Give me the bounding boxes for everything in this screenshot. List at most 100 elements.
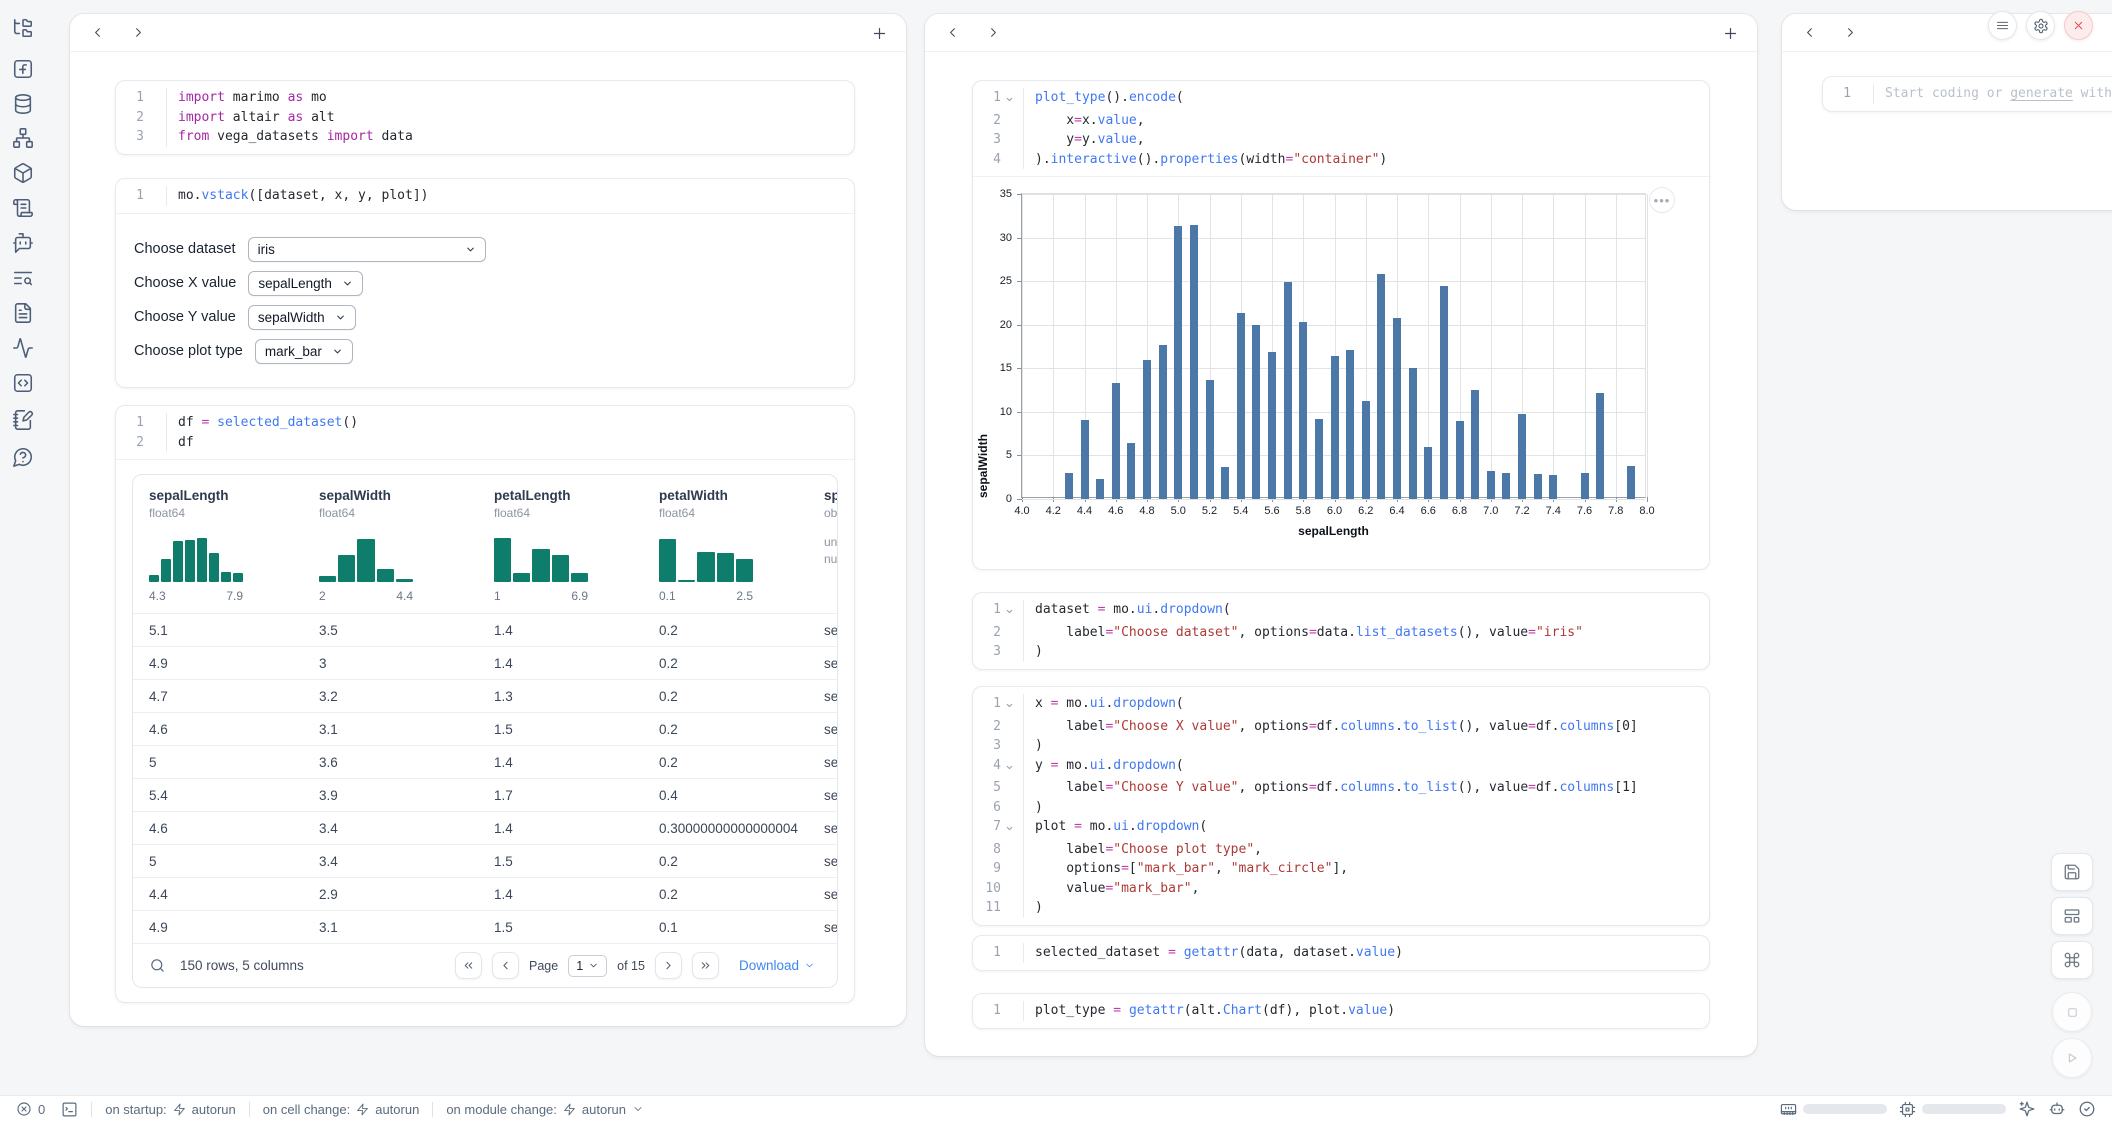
- cell-plot-type[interactable]: 1plot_type = getattr(alt.Chart(df), plot…: [972, 993, 1710, 1029]
- code-line[interactable]: 4).interactive().properties(width="conta…: [973, 150, 1709, 170]
- cell-selected-dataset[interactable]: 1selected_dataset = getattr(data, datase…: [972, 935, 1710, 971]
- cell-imports[interactable]: 1import marimo as mo2import altair as al…: [115, 80, 855, 155]
- search-icon[interactable]: [149, 957, 166, 974]
- chart-bar[interactable]: [1284, 282, 1292, 499]
- chart-bar[interactable]: [1456, 421, 1464, 499]
- code-line[interactable]: 1plot_type().encode(: [973, 88, 1709, 111]
- next-page-button[interactable]: [655, 952, 682, 979]
- chart-bar[interactable]: [1346, 350, 1354, 499]
- chart-bar[interactable]: [1424, 447, 1432, 499]
- code-line[interactable]: 1selected_dataset = getattr(data, datase…: [973, 943, 1709, 963]
- column-header[interactable]: petalLengthfloat6416.9: [478, 475, 643, 613]
- run-all-button[interactable]: [2052, 1038, 2092, 1078]
- page-select[interactable]: 1: [568, 955, 607, 977]
- collapse-left-icon[interactable]: [90, 25, 105, 40]
- y-value-select[interactable]: sepalWidth: [248, 305, 356, 330]
- table-row[interactable]: 5.43.91.70.4setosa: [133, 778, 837, 811]
- chart-bar[interactable]: [1096, 479, 1104, 499]
- code-square-icon[interactable]: [12, 372, 34, 394]
- errors-indicator[interactable]: 0: [16, 1101, 45, 1117]
- chart-options-button[interactable]: •••: [1649, 187, 1675, 213]
- chart-bar[interactable]: [1315, 419, 1323, 499]
- package-icon[interactable]: [12, 162, 34, 184]
- chart-bar[interactable]: [1487, 471, 1495, 499]
- cell-empty-ai[interactable]: 1 Start coding or generate with AI: [1822, 76, 2112, 112]
- cell-dataframe[interactable]: 1df = selected_dataset()2df sepalLengthf…: [115, 405, 855, 1003]
- plot-type-select[interactable]: mark_bar: [255, 339, 353, 364]
- keyboard-shortcuts-button[interactable]: [2051, 941, 2093, 979]
- last-page-button[interactable]: [692, 952, 719, 979]
- chart-bar[interactable]: [1252, 325, 1260, 499]
- add-cell-icon[interactable]: [871, 25, 888, 42]
- table-row[interactable]: 4.73.21.30.2setosa: [133, 679, 837, 712]
- code-line[interactable]: 3from vega_datasets import data: [116, 127, 854, 147]
- terminal-button[interactable]: [61, 1101, 78, 1118]
- table-row[interactable]: 53.41.50.2setosa: [133, 844, 837, 877]
- sparkles-icon[interactable]: [2018, 1100, 2036, 1118]
- column-header[interactable]: sepalWidthfloat6424.4: [303, 475, 478, 613]
- ai-placeholder-input[interactable]: Start coding or generate with AI: [1873, 84, 2112, 104]
- code-line[interactable]: 2 label="Choose dataset", options=data.l…: [973, 623, 1709, 643]
- code-line[interactable]: 4y = mo.ui.dropdown(: [973, 756, 1709, 779]
- cell-vstack[interactable]: 1mo.vstack([dataset, x, y, plot]) Choose…: [115, 178, 855, 388]
- bot-message-icon[interactable]: [12, 232, 34, 254]
- add-cell-icon[interactable]: [1722, 25, 1739, 42]
- collapse-left-icon[interactable]: [1802, 25, 1817, 40]
- chart-bar[interactable]: [1174, 226, 1182, 499]
- table-row[interactable]: 4.63.11.50.2setosa: [133, 712, 837, 745]
- prev-page-button[interactable]: [492, 952, 519, 979]
- chart-bar[interactable]: [1221, 467, 1229, 499]
- function-square-icon[interactable]: [12, 58, 34, 80]
- chart-bar[interactable]: [1393, 318, 1401, 499]
- close-button[interactable]: [2064, 11, 2093, 40]
- circle-check-icon[interactable]: [2078, 1100, 2096, 1118]
- chart-bar[interactable]: [1581, 473, 1589, 499]
- code-line[interactable]: 1df = selected_dataset(): [116, 413, 854, 433]
- notebook-pen-icon[interactable]: [12, 409, 34, 431]
- column-header[interactable]: sepalLengthfloat644.37.9: [133, 475, 303, 613]
- layout-button[interactable]: [2051, 897, 2093, 935]
- file-tree-icon[interactable]: [12, 17, 34, 39]
- chart-bar[interactable]: [1627, 466, 1635, 499]
- chart-bar[interactable]: [1299, 322, 1307, 499]
- code-line[interactable]: 1import marimo as mo: [116, 88, 854, 108]
- scroll-text-icon[interactable]: [12, 197, 34, 219]
- code-line[interactable]: 2df: [116, 433, 854, 453]
- database-icon[interactable]: [12, 93, 34, 115]
- code-line[interactable]: 2import altair as alt: [116, 108, 854, 128]
- code-line[interactable]: 1plot_type = getattr(alt.Chart(df), plot…: [973, 1001, 1709, 1021]
- save-button[interactable]: [2051, 853, 2093, 891]
- code-line[interactable]: 7plot = mo.ui.dropdown(: [973, 817, 1709, 840]
- on-module-change-config[interactable]: on module change: autorun: [446, 1102, 644, 1117]
- expand-right-icon[interactable]: [986, 25, 1001, 40]
- collapse-left-icon[interactable]: [945, 25, 960, 40]
- cell-dataset-dropdown[interactable]: 1dataset = mo.ui.dropdown(2 label="Choos…: [972, 592, 1710, 670]
- chart-bar[interactable]: [1143, 360, 1151, 499]
- bot-icon[interactable]: [2048, 1100, 2066, 1118]
- code-line[interactable]: 5 label="Choose Y value", options=df.col…: [973, 778, 1709, 798]
- chart-bar[interactable]: [1440, 286, 1448, 499]
- chart-bar[interactable]: [1471, 390, 1479, 499]
- help-bubble-icon[interactable]: [12, 446, 34, 468]
- table-row[interactable]: 53.61.40.2setosa: [133, 745, 837, 778]
- chart-bar[interactable]: [1268, 352, 1276, 499]
- code-line[interactable]: 9 options=["mark_bar", "mark_circle"],: [973, 859, 1709, 879]
- chart-bar[interactable]: [1362, 401, 1370, 499]
- cell-plot[interactable]: 1plot_type().encode(2 x=x.value,3 y=y.va…: [972, 80, 1710, 570]
- code-line[interactable]: 11): [973, 898, 1709, 918]
- activity-icon[interactable]: [12, 337, 34, 359]
- chart-bar[interactable]: [1377, 274, 1385, 499]
- code-line[interactable]: 10 value="mark_bar",: [973, 879, 1709, 899]
- chart-bar[interactable]: [1127, 443, 1135, 499]
- text-search-icon[interactable]: [12, 267, 34, 289]
- on-cell-change-config[interactable]: on cell change: autorun: [263, 1102, 420, 1117]
- table-row[interactable]: 4.63.41.40.30000000000000004setosa: [133, 811, 837, 844]
- chart-bar[interactable]: [1206, 380, 1214, 499]
- chart-bar[interactable]: [1518, 414, 1526, 499]
- on-startup-config[interactable]: on startup: autorun: [105, 1102, 236, 1117]
- generate-link[interactable]: generate: [2010, 86, 2073, 101]
- cpu-usage[interactable]: [1899, 1101, 2006, 1118]
- code-line[interactable]: 3): [973, 736, 1709, 756]
- chart-bar[interactable]: [1549, 475, 1557, 499]
- download-button[interactable]: Download: [739, 958, 815, 973]
